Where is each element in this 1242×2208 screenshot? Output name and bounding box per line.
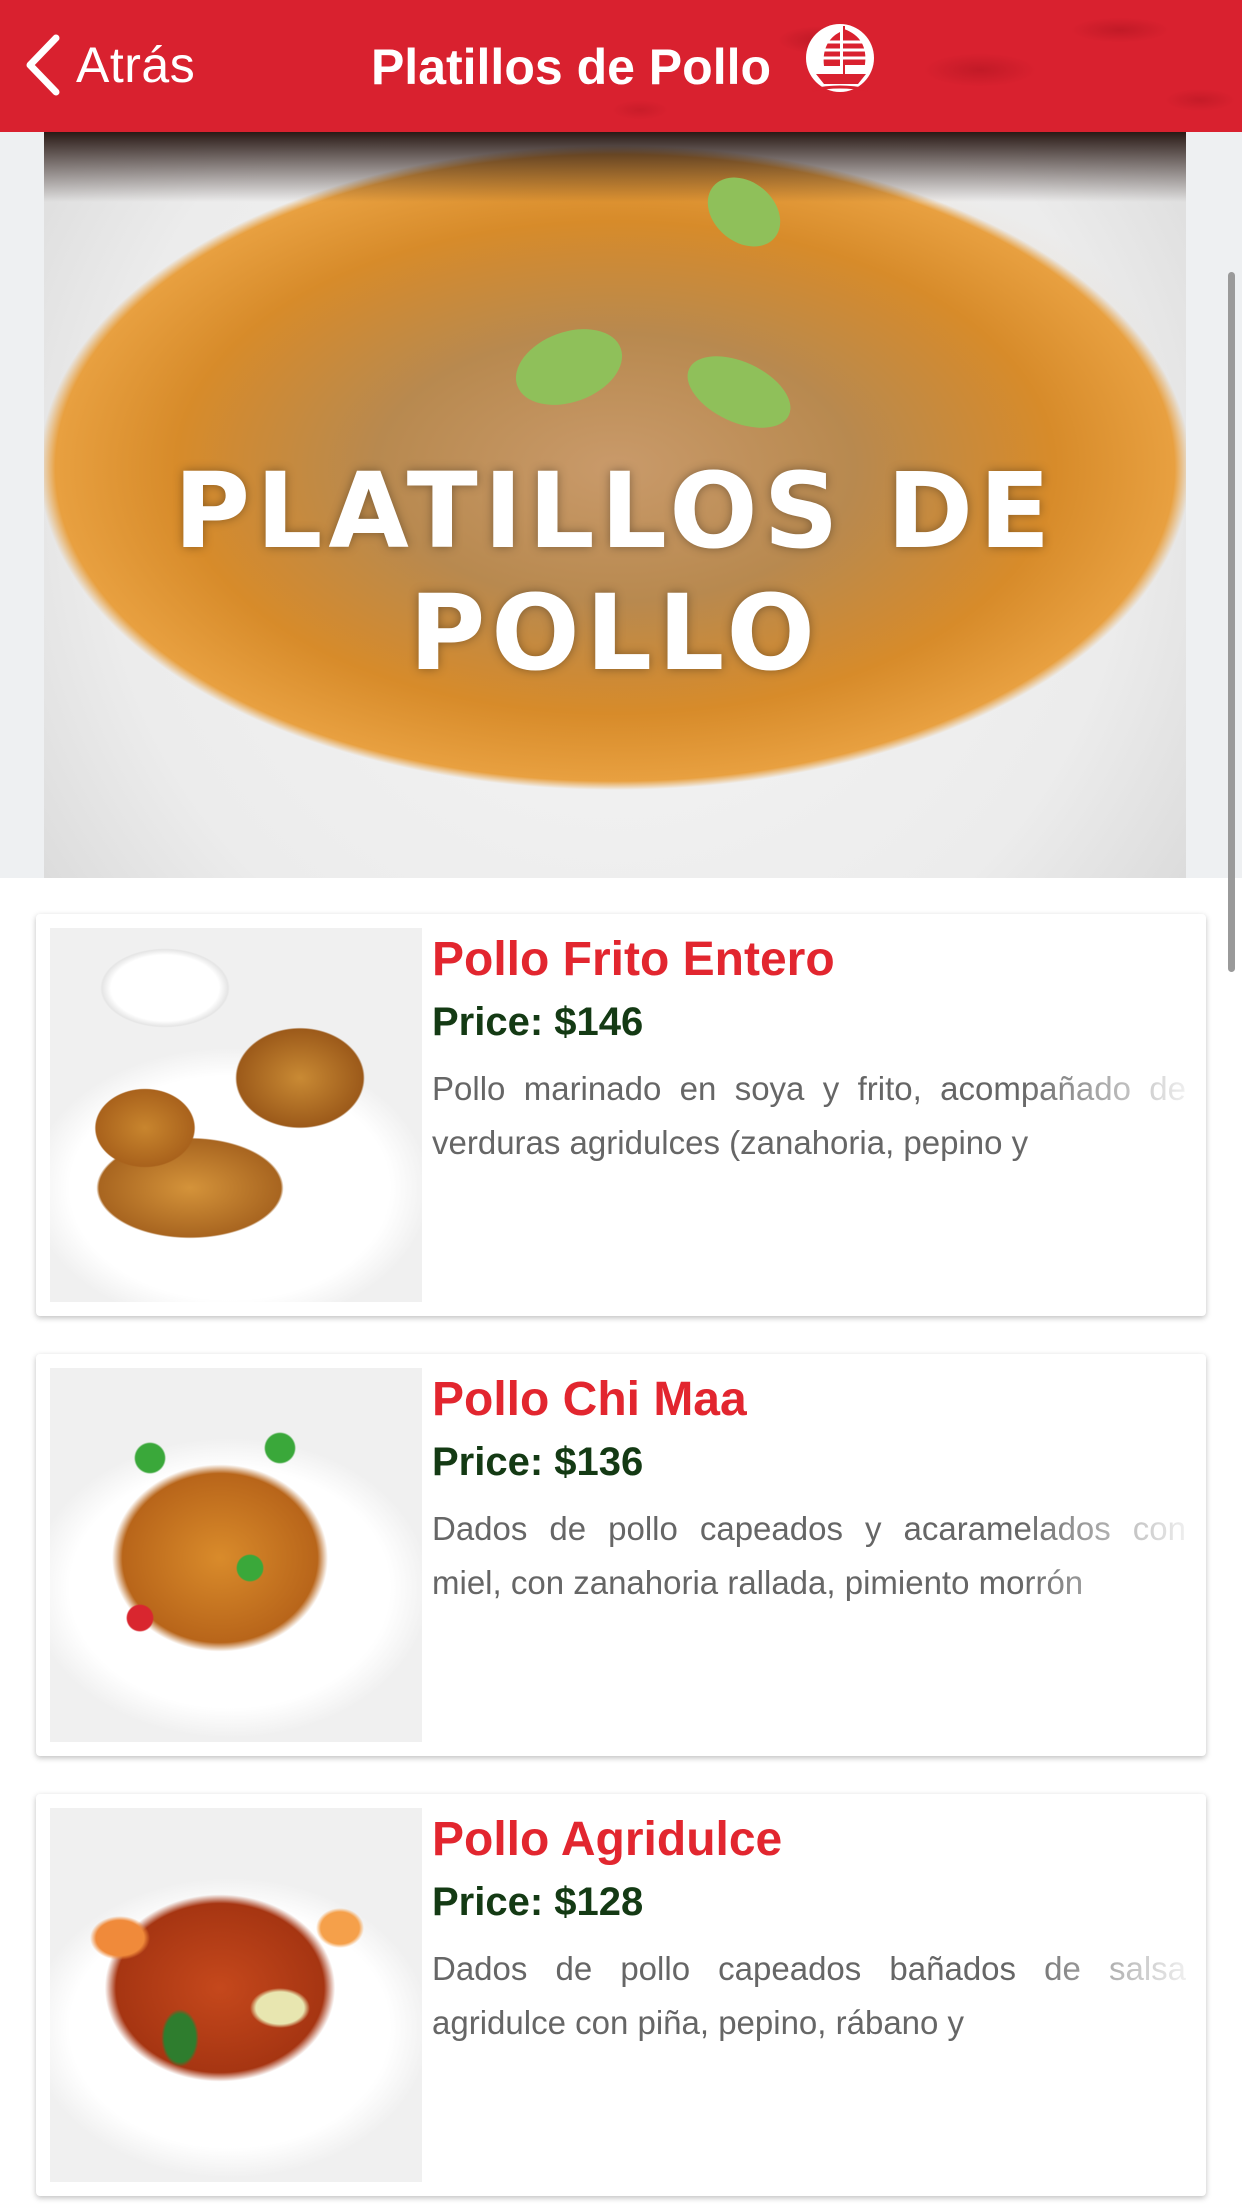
menu-item-name: Pollo Frito Entero [432, 933, 835, 986]
menu-item-price: Price: $128 [432, 1880, 644, 1924]
menu-item-photo [50, 1808, 422, 2182]
hero-celery-2 [676, 341, 802, 443]
scrollbar[interactable] [1228, 272, 1235, 972]
page-title: Platillos de Pollo [370, 39, 772, 95]
menu-item-name: Pollo Chi Maa [432, 1373, 747, 1426]
menu-item-description: Dados de pollo capeados bañados de salsa… [432, 1950, 1186, 2041]
nav-bar: Atrás Platillos de Pollo [0, 0, 1242, 132]
menu-item-card[interactable]: Pollo Agridulce Price: $128 Dados de pol… [36, 1794, 1206, 2196]
menu-item-price: Price: $146 [432, 1000, 644, 1044]
hero-overlay-text: PLATILLOS DE POLLO [173, 450, 1057, 694]
menu-item-card[interactable]: Pollo Frito Entero Price: $146 Pollo mar… [36, 914, 1206, 1316]
hero-celery-1 [505, 315, 633, 419]
menu-item-photo [50, 1368, 422, 1742]
junk-boat-logo-icon [806, 24, 874, 92]
menu-item-photo [50, 928, 422, 1302]
menu-item-name: Pollo Agridulce [432, 1813, 783, 1866]
menu-item-price: Price: $136 [432, 1440, 644, 1484]
menu-item-card[interactable]: Pollo Chi Maa Price: $136 Dados de pollo… [36, 1354, 1206, 1756]
hero-image-shadow [44, 132, 1186, 202]
hero-banner: PLATILLOS DE POLLO [0, 132, 1242, 972]
hero-image: PLATILLOS DE POLLO [44, 132, 1186, 878]
menu-item-description: Pollo marinado en soya y frito, acompaña… [432, 1070, 1186, 1161]
menu-item-description: Dados de pollo capeados y acaramelados c… [432, 1510, 1186, 1601]
